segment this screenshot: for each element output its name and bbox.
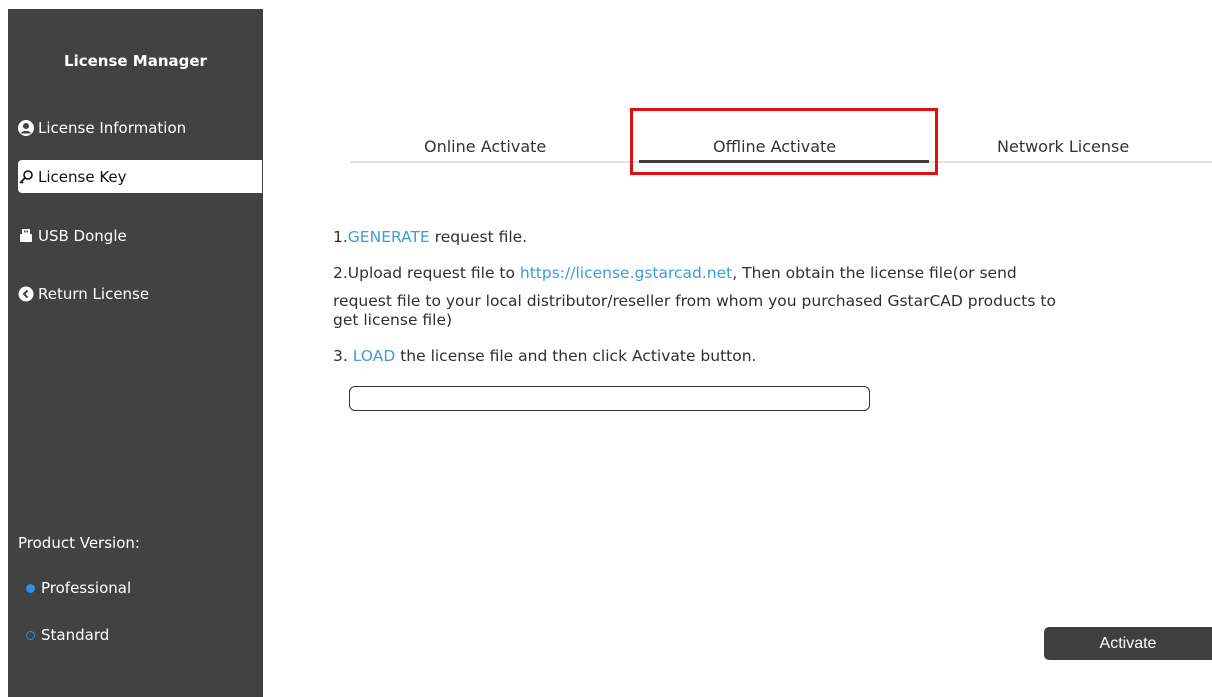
tab-online-activate[interactable]: Online Activate bbox=[424, 137, 546, 156]
radio-selected-icon bbox=[26, 583, 35, 593]
step-3-text: 3. LOAD the license file and then click … bbox=[333, 347, 756, 365]
sidebar-item-license-information[interactable]: License Information bbox=[18, 111, 263, 144]
sidebar-item-label: Return License bbox=[38, 284, 150, 303]
step-2-text: 2.Upload request file to https://license… bbox=[333, 264, 1017, 282]
radio-label: Standard bbox=[41, 626, 110, 644]
step-1-prefix: 1. bbox=[333, 228, 348, 246]
key-icon bbox=[18, 168, 38, 186]
load-link[interactable]: LOAD bbox=[353, 347, 396, 365]
step-3-prefix: 3. bbox=[333, 347, 353, 365]
return-icon bbox=[18, 285, 38, 303]
tab-offline-activate[interactable]: Offline Activate bbox=[713, 137, 836, 156]
sidebar-item-usb-dongle[interactable]: USB Dongle bbox=[18, 219, 263, 252]
step-2-prefix: 2.Upload request file to bbox=[333, 264, 520, 282]
usb-icon bbox=[18, 227, 38, 245]
step-1-text: 1.GENERATE request file. bbox=[333, 228, 527, 246]
step-1-suffix: request file. bbox=[429, 228, 528, 246]
radio-unselected-icon bbox=[26, 630, 35, 640]
radio-label: Professional bbox=[41, 579, 132, 597]
sidebar-item-return-license[interactable]: Return License bbox=[18, 277, 263, 310]
active-tab-indicator bbox=[639, 160, 929, 163]
sidebar-item-label: License Key bbox=[38, 167, 127, 186]
radio-standard[interactable]: Standard bbox=[26, 626, 109, 644]
license-file-path-field[interactable] bbox=[349, 386, 870, 411]
activate-button[interactable]: Activate bbox=[1044, 627, 1212, 660]
sidebar-item-license-key[interactable]: License Key bbox=[18, 160, 262, 193]
step-2-line-3: get license file) bbox=[333, 311, 453, 329]
sidebar-title: License Manager bbox=[64, 52, 207, 70]
generate-link[interactable]: GENERATE bbox=[348, 228, 430, 246]
user-circle-icon bbox=[18, 119, 38, 137]
step-3-suffix: the license file and then click Activate… bbox=[395, 347, 757, 365]
radio-professional[interactable]: Professional bbox=[26, 579, 131, 597]
tab-network-license[interactable]: Network License bbox=[997, 137, 1129, 156]
license-site-link[interactable]: https://license.gstarcad.net bbox=[520, 264, 732, 282]
sidebar: License Manager License Information Lice… bbox=[8, 9, 263, 697]
sidebar-item-label: License Information bbox=[38, 118, 187, 137]
sidebar-item-label: USB Dongle bbox=[38, 226, 127, 245]
step-2-suffix: , Then obtain the license file(or send bbox=[732, 264, 1017, 282]
step-2-line-2: request file to your local distributor/r… bbox=[333, 292, 1056, 310]
product-version-label: Product Version: bbox=[18, 534, 140, 552]
